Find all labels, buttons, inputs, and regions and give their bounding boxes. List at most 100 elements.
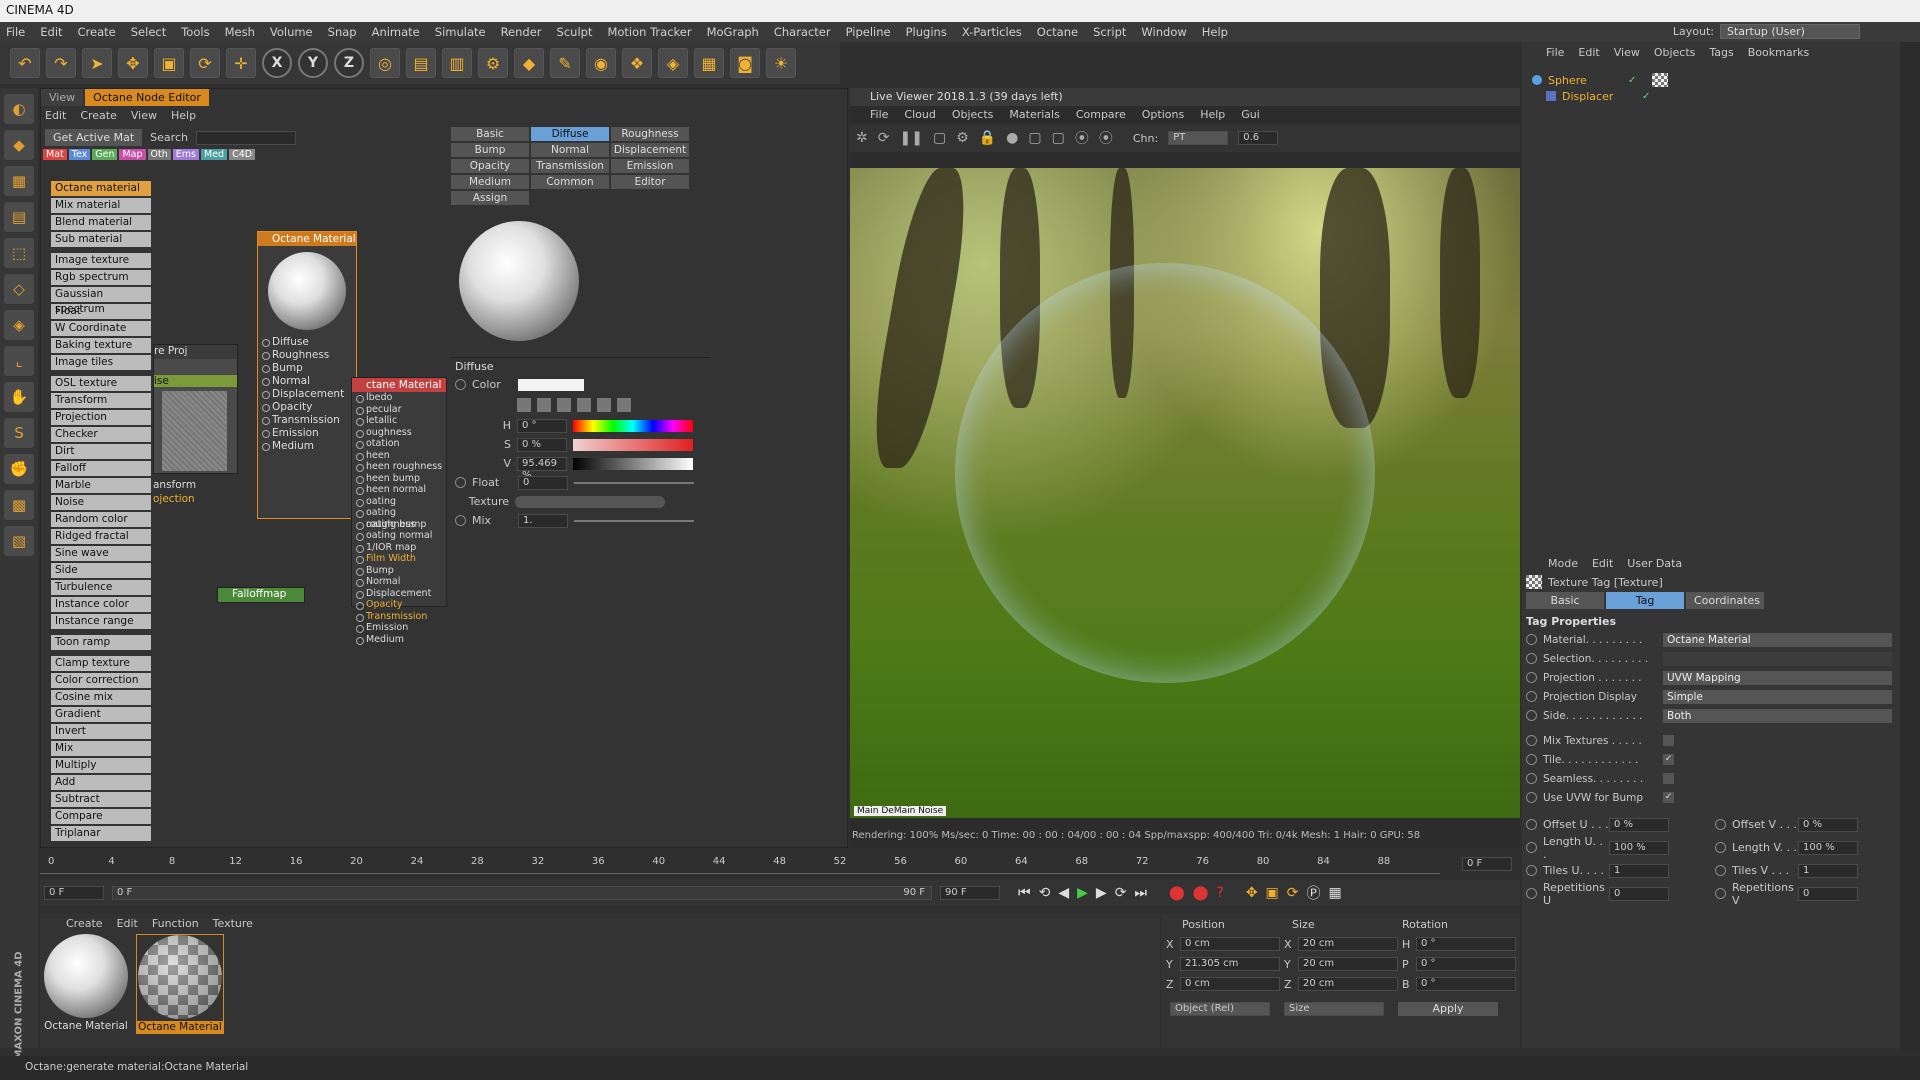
rgb-icon[interactable]: [577, 398, 591, 412]
prev-frame-icon[interactable]: ◀: [1058, 885, 1069, 901]
search-input[interactable]: [195, 130, 296, 145]
node-list-item[interactable]: Rgb spectrum: [51, 270, 151, 285]
filter-mat[interactable]: Mat: [43, 149, 67, 160]
menu-plugins[interactable]: Plugins: [906, 25, 947, 39]
coord-mode-dropdown[interactable]: Object (Rel): [1170, 1002, 1270, 1016]
node-list-item[interactable]: Gradient: [51, 707, 151, 722]
node-port[interactable]: Emission: [258, 427, 356, 440]
get-active-mat-button[interactable]: Get Active Mat: [45, 129, 143, 146]
picture-icon[interactable]: [557, 398, 571, 412]
hue-slider[interactable]: [573, 419, 693, 432]
selection-field[interactable]: [1663, 651, 1892, 666]
send-scene-icon[interactable]: ✲: [856, 130, 868, 146]
node-port[interactable]: oating bump: [352, 519, 446, 531]
material-slot[interactable]: Octane Material: [136, 934, 224, 1034]
uvw-bump-checkbox[interactable]: ✓: [1663, 792, 1674, 803]
node-port[interactable]: Emission: [352, 622, 446, 634]
menu-octane[interactable]: Octane: [1037, 25, 1078, 39]
prev-key-icon[interactable]: ⟲: [1039, 885, 1051, 901]
filter-gen[interactable]: Gen: [92, 149, 118, 160]
visibility-check-icon[interactable]: ✓: [1628, 75, 1636, 86]
object-menu-bookmarks[interactable]: Bookmarks: [1748, 46, 1809, 59]
object-name-displacer[interactable]: Displacer: [1562, 90, 1642, 103]
node-port[interactable]: Opacity: [352, 599, 446, 611]
viewer-menu-compare[interactable]: Compare: [1076, 108, 1126, 122]
node-port[interactable]: oating normal: [352, 530, 446, 542]
node-port[interactable]: Medium: [258, 440, 356, 453]
pen-icon[interactable]: ✎: [550, 48, 580, 78]
node-list-item[interactable]: Baking texture: [51, 338, 151, 353]
material-channel-button[interactable]: Opacity: [451, 159, 529, 173]
material-name[interactable]: Octane Material: [42, 1020, 130, 1032]
scale-tool-icon[interactable]: ▣: [154, 48, 184, 78]
noise-node[interactable]: re Proj ise: [153, 344, 238, 474]
key-position-icon[interactable]: ✥: [1246, 885, 1258, 901]
offset-v-field[interactable]: 0 %: [1798, 817, 1858, 832]
x-axis-icon[interactable]: X: [262, 48, 292, 78]
menu-create[interactable]: Create: [78, 25, 116, 39]
timeline-ruler[interactable]: 0 4 8 12 16 20 24 28 32 36 40 44 48 52 56 60 64 68 72 76 80 8…: [40, 854, 1520, 874]
record-icon[interactable]: ⬤: [1169, 885, 1185, 901]
node-list-item[interactable]: Instance range: [51, 614, 151, 629]
texture-mode-icon[interactable]: ▦: [4, 166, 34, 196]
node-port[interactable]: heen normal: [352, 484, 446, 496]
node-list-item[interactable]: Side: [51, 563, 151, 578]
pick-white-icon[interactable]: ⦿: [1099, 128, 1113, 148]
menu-snap[interactable]: Snap: [328, 25, 357, 39]
node-list-item[interactable]: Falloff: [51, 461, 151, 476]
node-port[interactable]: Normal: [352, 576, 446, 588]
menu-volume[interactable]: Volume: [270, 25, 313, 39]
node-port[interactable]: pecular: [352, 404, 446, 416]
mix-field[interactable]: 1.: [518, 513, 568, 528]
menu-motion-tracker[interactable]: Motion Tracker: [607, 25, 691, 39]
node-list-item[interactable]: Random color: [51, 512, 151, 527]
color-swatch[interactable]: [518, 378, 584, 391]
position-field[interactable]: 0 cm: [1180, 937, 1280, 951]
menu-select[interactable]: Select: [131, 25, 166, 39]
mix-slider[interactable]: [574, 519, 694, 522]
material-channel-button[interactable]: Roughness: [611, 127, 689, 141]
z-axis-icon[interactable]: Z: [334, 48, 364, 78]
node-list-item[interactable]: Cosine mix: [51, 690, 151, 705]
node-list-item[interactable]: Clamp texture: [51, 656, 151, 671]
material-name[interactable]: Octane Material: [137, 1021, 223, 1033]
region-icon[interactable]: ▢: [933, 130, 946, 146]
array-icon[interactable]: ❖: [622, 48, 652, 78]
spectrum-icon[interactable]: [537, 398, 551, 412]
node-port[interactable]: Bump: [352, 565, 446, 577]
node-list-item[interactable]: Mix material: [51, 198, 151, 213]
node-port[interactable]: heen bump: [352, 473, 446, 485]
node-list-item[interactable]: Subtract: [51, 792, 151, 807]
render-picture-icon[interactable]: ▥: [442, 48, 472, 78]
layout-selector[interactable]: Layout: Startup (User): [1673, 24, 1860, 39]
node-list-item[interactable]: OSL texture: [51, 376, 151, 391]
size-field[interactable]: 20 cm: [1298, 937, 1398, 951]
key-pla-icon[interactable]: ▦: [1329, 885, 1342, 901]
material-menu-create[interactable]: Create: [66, 917, 103, 930]
transform-node-label[interactable]: ansform: [153, 479, 196, 491]
autokey-icon[interactable]: ⬤: [1193, 885, 1209, 901]
rotate-tool-icon[interactable]: ⟳: [190, 48, 220, 78]
snap-icon[interactable]: S: [4, 418, 34, 448]
camera-icon[interactable]: ◙: [730, 48, 760, 78]
cube-icon[interactable]: ◆: [514, 48, 544, 78]
object-menu-tags[interactable]: Tags: [1709, 46, 1733, 59]
node-list-item[interactable]: Blend material: [51, 215, 151, 230]
viewer-menu-gui[interactable]: Gui: [1241, 108, 1260, 122]
object-menu-objects[interactable]: Objects: [1654, 46, 1696, 59]
material-channel-button[interactable]: Diffuse: [531, 127, 609, 141]
projection-node-label[interactable]: ojection: [153, 493, 195, 505]
chn-dropdown[interactable]: PT: [1168, 131, 1229, 145]
tab-octane-node-editor[interactable]: Octane Node Editor: [85, 89, 209, 106]
material-menu-edit[interactable]: Edit: [117, 917, 138, 930]
menu-file[interactable]: File: [6, 25, 25, 39]
transform-tool-icon[interactable]: ✛: [226, 48, 256, 78]
value-slider[interactable]: [573, 457, 693, 470]
menu-pipeline[interactable]: Pipeline: [846, 25, 891, 39]
attr-menu-user-data[interactable]: User Data: [1627, 557, 1682, 570]
node-port[interactable]: Displacement: [258, 388, 356, 401]
node-list-item[interactable]: Color correction: [51, 673, 151, 688]
rotation-field[interactable]: 0 °: [1416, 937, 1516, 951]
object-row-displacer[interactable]: Displacer ✓: [1526, 88, 1866, 104]
color-anim-icon[interactable]: [455, 379, 466, 390]
